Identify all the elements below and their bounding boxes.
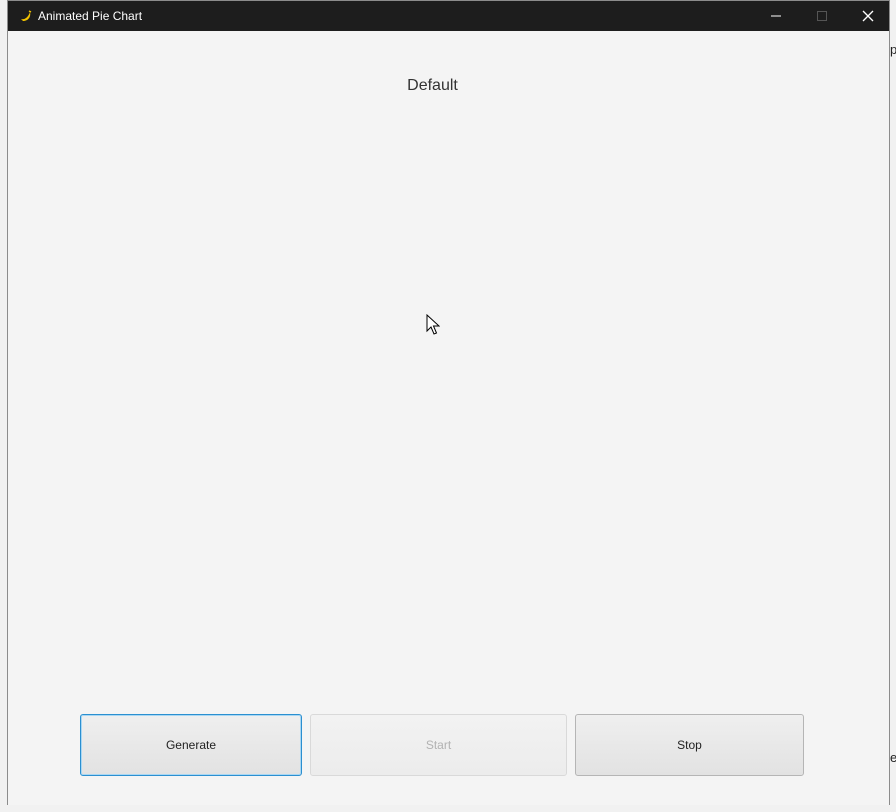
app-icon — [21, 10, 32, 21]
maximize-button[interactable] — [799, 1, 845, 31]
minimize-button[interactable] — [753, 1, 799, 31]
title-bar[interactable]: Animated Pie Chart — [8, 1, 889, 31]
window-title: Animated Pie Chart — [38, 9, 143, 23]
close-button[interactable] — [845, 1, 891, 31]
desktop: p e Animated Pie Chart Default Generate … — [0, 0, 896, 812]
pie-chart-area — [28, 111, 838, 691]
stop-button[interactable]: Stop — [575, 714, 804, 776]
mouse-cursor-icon — [426, 314, 440, 335]
background-window-text: p — [890, 42, 896, 57]
background-window-text: e — [890, 750, 896, 765]
close-icon — [862, 10, 874, 22]
chart-title: Default — [407, 77, 458, 94]
minimize-icon — [771, 15, 781, 17]
window-content: Default Generate Start Stop — [8, 31, 889, 805]
start-button[interactable]: Start — [310, 714, 567, 776]
generate-button[interactable]: Generate — [80, 714, 302, 776]
app-window: Animated Pie Chart Default Generate Star… — [7, 0, 890, 805]
maximize-icon — [817, 11, 827, 21]
